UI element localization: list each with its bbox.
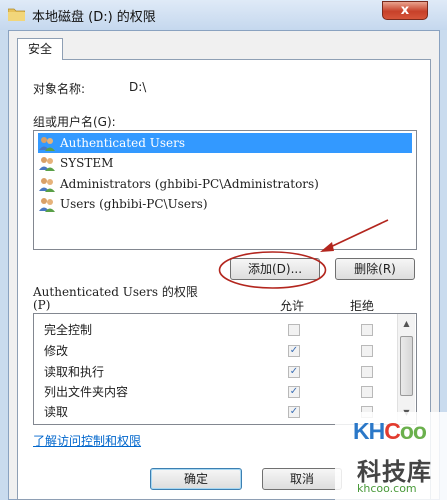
allow-column-header: 允许 [280,299,305,313]
tab-security[interactable]: 安全 [17,38,63,60]
user-name: Administrators (ghbibi-PC\Administrators… [60,177,319,191]
deny-column-header: 拒绝 [350,299,375,313]
watermark-logo: KHCoo [353,418,427,444]
list-item[interactable]: Users (ghbibi-PC\Users) [38,194,412,214]
user-name: Authenticated Users [60,136,185,150]
cancel-button[interactable]: 取消 [262,468,342,490]
user-name: Users (ghbibi-PC\Users) [60,197,208,211]
object-name-value: D:\ [129,80,147,94]
remove-button[interactable]: 删除(R) [335,258,415,280]
allow-checkbox: ✓ [288,406,300,418]
permissions-title: Authenticated Users 的权限 [33,285,198,299]
permissions-title-suffix: (P) [33,298,51,312]
watermark-url: khcoo.com [357,482,417,495]
list-item[interactable]: Administrators (ghbibi-PC\Administrators… [38,174,412,194]
permission-row: 完全控制 [44,323,93,337]
allow-checkbox [288,324,300,336]
allow-checkbox: ✓ [288,345,300,357]
users-group-icon [39,198,55,212]
ok-button[interactable]: 确定 [150,468,242,490]
annotation-arrow [320,219,389,252]
deny-checkbox [361,366,373,378]
scroll-thumb[interactable] [400,336,413,396]
allow-checkbox: ✓ [288,386,300,398]
object-name-label: 对象名称: [33,82,86,96]
window-title: 本地磁盘 (D:) 的权限 [32,10,156,25]
group-user-label: 组或用户名(G): [33,115,116,129]
scroll-up-icon[interactable]: ▲ [400,317,413,331]
watermark: KHCoo 科技库 khcoo.com [335,412,447,500]
users-group-icon [39,137,55,151]
list-item[interactable]: Authenticated Users [38,133,412,153]
permissions-list: 完全控制 修改 ✓ 读取和执行 ✓ 列出文件夹内容 ✓ 读取 ✓ [33,313,417,425]
permission-row: 读取 [44,405,69,419]
close-button[interactable]: x [382,1,428,20]
users-group-icon [39,178,55,192]
permission-row: 读取和执行 [44,365,105,379]
permissions-scrollbar[interactable]: ▲ ▼ [397,314,415,424]
close-icon: x [400,3,410,18]
allow-checkbox: ✓ [288,366,300,378]
learn-access-control-link[interactable]: 了解访问控制和权限 [33,432,141,449]
deny-checkbox [361,345,373,357]
deny-checkbox [361,324,373,336]
folder-icon [8,8,25,21]
permission-row: 修改 [44,344,69,358]
user-name: SYSTEM [60,156,114,170]
deny-checkbox [361,386,373,398]
list-item[interactable]: SYSTEM [38,153,412,173]
users-group-icon [39,157,55,171]
permission-row: 列出文件夹内容 [44,385,129,399]
